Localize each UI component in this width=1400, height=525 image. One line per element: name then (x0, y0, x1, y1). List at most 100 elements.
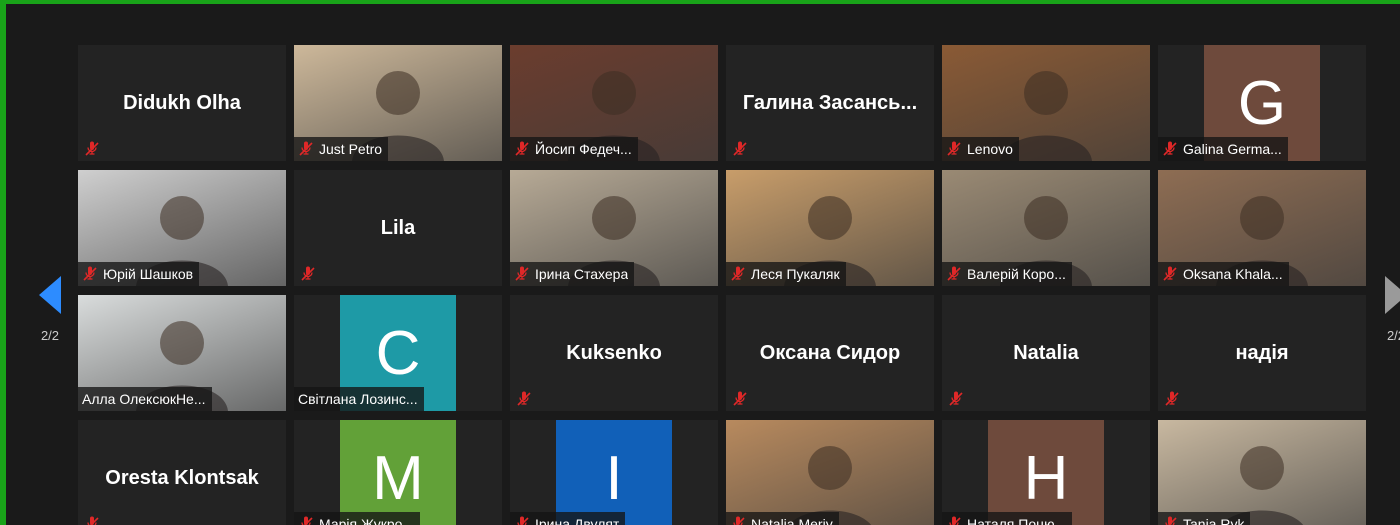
participant-name: Lila (380, 216, 416, 239)
participant-tile[interactable]: M Марія Жукро... (294, 420, 502, 525)
participant-name: Natalia (1013, 341, 1079, 364)
mic-muted-icon (946, 266, 962, 282)
participant-tile[interactable]: Natalia (942, 295, 1150, 411)
mic-muted-icon (298, 141, 314, 157)
participant-name: Galina Germa... (1183, 141, 1282, 157)
participant-label: Світлана Лозинс... (294, 387, 424, 411)
participant-label: Юрій Шашков (78, 262, 200, 286)
page-indicator-right: 2/2 (1386, 327, 1400, 343)
participant-tile[interactable]: G Galina Germa... (1158, 45, 1366, 161)
person-silhouette-icon (1221, 446, 1303, 525)
mic-muted-icon (1162, 266, 1178, 282)
participant-tile[interactable]: I Ірина Двулят (510, 420, 718, 525)
participant-tile[interactable]: надія (1158, 295, 1366, 411)
participant-name: Валерій Коро... (967, 266, 1066, 282)
avatar: I (556, 420, 672, 525)
mic-muted-icon (1164, 391, 1180, 407)
participant-tile[interactable]: Lila (294, 170, 502, 286)
page-indicator-left: 2/2 (40, 327, 60, 343)
mic-muted-icon (948, 391, 964, 407)
mic-muted-icon (1162, 141, 1178, 157)
participant-tile[interactable]: Галина Засансь... (726, 45, 934, 161)
prev-page-button[interactable]: 2/2 (30, 254, 70, 364)
mic-muted-icon (300, 266, 316, 282)
mic-muted-icon (82, 266, 98, 282)
participant-name: Алла ОлексюкНе... (82, 391, 206, 407)
participant-tile[interactable]: H Наталя Поцю... (942, 420, 1150, 525)
participant-tile[interactable]: Tanja Ryk (1158, 420, 1366, 525)
participant-name: Didukh Olha (123, 91, 241, 114)
person-silhouette-icon (789, 446, 871, 525)
participant-label: Алла ОлексюкНе... (78, 387, 212, 411)
participant-label: Just Petro (294, 137, 389, 161)
participant-label: Natalia Meriy (726, 512, 839, 525)
chevron-right-icon (1385, 275, 1400, 314)
participant-name: Леся Пукаляк (751, 266, 840, 282)
participant-tile[interactable]: Валерій Коро... (942, 170, 1150, 286)
mic-muted-icon (84, 516, 100, 525)
mic-muted-icon (732, 141, 748, 157)
participant-tile[interactable]: Just Petro (294, 45, 502, 161)
participant-name: Марія Жукро... (319, 516, 415, 525)
participant-name: Ірина Двулят (535, 516, 620, 525)
participant-name: Lenovo (967, 141, 1013, 157)
mic-muted-icon (1162, 516, 1178, 525)
participant-tile[interactable]: Kuksenko (510, 295, 718, 411)
chevron-left-icon (39, 275, 61, 314)
participant-tile[interactable]: Алла ОлексюкНе... (78, 295, 286, 411)
mic-muted-icon (514, 516, 530, 525)
next-page-button[interactable]: 2/2 (1376, 254, 1400, 364)
participant-label: Йосип Федеч... (510, 137, 638, 161)
participant-label: Galina Germa... (1158, 137, 1288, 161)
participant-tile[interactable]: Didukh Olha (78, 45, 286, 161)
mic-muted-icon (946, 141, 962, 157)
participant-label: Ірина Стахера (510, 262, 635, 286)
participant-name: Галина Засансь... (742, 91, 918, 114)
participant-name: Tanja Ryk (1183, 516, 1245, 525)
participant-name: надія (1235, 341, 1289, 364)
participant-name: Just Petro (319, 141, 383, 157)
mic-muted-icon (298, 516, 314, 525)
participant-tile[interactable]: Оксана Сидор (726, 295, 934, 411)
mic-muted-icon (84, 141, 100, 157)
participant-label: Марія Жукро... (294, 512, 421, 525)
participant-name: Oresta Klontsak (105, 466, 259, 489)
participant-gallery: Didukh Olha Just Petro Йосип Федеч... Галин… (78, 45, 1366, 525)
participant-label: Lenovo (942, 137, 1019, 161)
participant-name: Наталя Поцю... (967, 516, 1067, 525)
participant-tile[interactable]: Lenovo (942, 45, 1150, 161)
participant-name: Ірина Стахера (535, 266, 629, 282)
participant-name: Natalia Meriy (751, 516, 833, 525)
participant-label: Ірина Двулят (510, 512, 626, 525)
participant-tile[interactable]: Oksana Khala... (1158, 170, 1366, 286)
mic-muted-icon (946, 516, 962, 525)
avatar: H (988, 420, 1104, 525)
participant-name: Oksana Khala... (1183, 266, 1283, 282)
participant-label: Валерій Коро... (942, 262, 1072, 286)
mic-muted-icon (730, 266, 746, 282)
meeting-window: 2/2 Didukh Olha Just Petro Йосип Федеч... Г… (0, 0, 1400, 525)
participant-name: Юрій Шашков (103, 266, 194, 282)
avatar: M (340, 420, 456, 525)
participant-label: Леся Пукаляк (726, 262, 846, 286)
video-feed (726, 420, 934, 525)
mic-muted-icon (516, 391, 532, 407)
participant-tile[interactable]: Natalia Meriy (726, 420, 934, 525)
mic-muted-icon (732, 391, 748, 407)
mic-muted-icon (514, 266, 530, 282)
participant-label: Oksana Khala... (1158, 262, 1289, 286)
participant-label: Tanja Ryk (1158, 512, 1251, 525)
participant-tile[interactable]: Юрій Шашков (78, 170, 286, 286)
mic-muted-icon (514, 141, 530, 157)
participant-name: Йосип Федеч... (535, 141, 632, 157)
participant-tile[interactable]: C Світлана Лозинс... (294, 295, 502, 411)
mic-muted-icon (730, 516, 746, 525)
participant-name: Світлана Лозинс... (298, 391, 418, 407)
participant-tile[interactable]: Йосип Федеч... (510, 45, 718, 161)
participant-name: Kuksenko (566, 341, 662, 364)
participant-tile[interactable]: Леся Пукаляк (726, 170, 934, 286)
participant-tile[interactable]: Ірина Стахера (510, 170, 718, 286)
participant-label: Наталя Поцю... (942, 512, 1073, 525)
video-feed (1158, 420, 1366, 525)
participant-tile[interactable]: Oresta Klontsak (78, 420, 286, 525)
